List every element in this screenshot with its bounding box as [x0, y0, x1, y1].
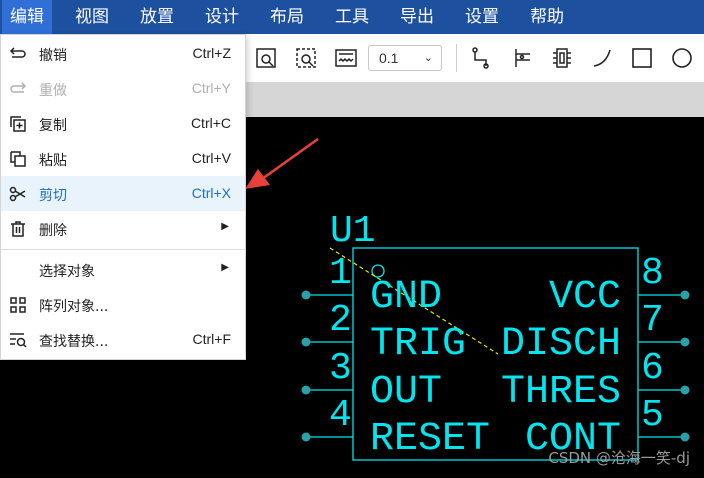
menu-item-select-objects[interactable]: 选择对象 ▶ — [1, 252, 245, 287]
menu-item-undo[interactable]: 撤销 Ctrl+Z — [1, 36, 245, 71]
menu-item-shortcut: Ctrl+C — [190, 115, 231, 131]
menu-item-label: 重做 — [39, 83, 67, 99]
pin-name-trig: TRIG — [370, 322, 466, 367]
menu-help[interactable]: 帮助 — [522, 0, 572, 34]
menu-divider — [1, 249, 245, 250]
redo-icon — [8, 79, 28, 99]
menu-edit[interactable]: 编辑 — [2, 0, 52, 34]
zoom-area-icon[interactable] — [254, 46, 278, 70]
grid-icon — [8, 295, 28, 315]
find-replace-icon — [8, 330, 28, 350]
pin-end-7[interactable] — [680, 337, 690, 347]
menu-tools[interactable]: 工具 — [327, 0, 377, 34]
watermark: CSDN @沧海一笑-dj — [548, 449, 690, 467]
pin-name-disch: DISCH — [501, 322, 621, 367]
pin-num-4: 4 — [329, 394, 352, 437]
menu-item-shortcut: Ctrl+F — [192, 331, 232, 347]
rectangle-icon[interactable] — [630, 46, 654, 70]
chevron-down-icon: ⌄ — [423, 52, 433, 64]
menu-item-redo[interactable]: 重做 Ctrl+Y — [1, 71, 245, 106]
menu-item-label: 选择对象 — [39, 264, 95, 280]
menu-item-delete[interactable]: 删除 ▶ — [1, 211, 245, 246]
pin-num-3: 3 — [329, 347, 352, 390]
pin-end-8[interactable] — [680, 290, 690, 300]
toolbar-divider — [456, 44, 457, 72]
edit-menu-dropdown: 撤销 Ctrl+Z 重做 Ctrl+Y 复制 Ctrl+C 粘贴 Ctrl+V … — [0, 34, 246, 360]
menu-item-label: 撤销 — [39, 48, 67, 64]
menu-bar: 编辑 视图 放置 设计 布局 工具 导出 设置 帮助 — [0, 0, 704, 34]
scissors-icon — [8, 184, 28, 204]
menu-export[interactable]: 导出 — [392, 0, 442, 34]
pin-num-1: 1 — [329, 252, 352, 295]
menu-item-paste[interactable]: 粘贴 Ctrl+V — [1, 141, 245, 176]
arc-icon[interactable] — [590, 46, 614, 70]
undo-icon — [8, 44, 28, 64]
pin-num-6: 6 — [641, 347, 664, 390]
copy-icon — [8, 114, 28, 134]
pin-name-reset: RESET — [370, 417, 490, 462]
pin-end-1[interactable] — [301, 290, 311, 300]
menu-place[interactable]: 放置 — [132, 0, 182, 34]
ruler-icon[interactable] — [334, 46, 358, 70]
menu-item-cut[interactable]: 剪切 Ctrl+X — [1, 176, 245, 211]
trash-icon — [8, 219, 28, 239]
pin-num-7: 7 — [641, 299, 664, 342]
menu-layout[interactable]: 布局 — [262, 0, 312, 34]
zoom-selection-icon[interactable] — [294, 46, 318, 70]
menu-settings[interactable]: 设置 — [457, 0, 507, 34]
ref-designator[interactable]: U1 — [330, 210, 376, 253]
toolbar: 0.1 ⌄ — [246, 34, 704, 83]
menu-item-copy[interactable]: 复制 Ctrl+C — [1, 106, 245, 141]
grid-size-select[interactable]: 0.1 ⌄ — [368, 45, 442, 71]
menu-item-label: 删除 — [39, 223, 67, 239]
menu-item-shortcut: Ctrl+Z — [192, 45, 232, 61]
bus-icon[interactable] — [510, 46, 534, 70]
pin-name-gnd: GND — [370, 275, 442, 320]
component-icon[interactable] — [550, 46, 574, 70]
submenu-arrow-icon: ▶ — [221, 262, 229, 273]
pin-end-2[interactable] — [301, 337, 311, 347]
pin-end-6[interactable] — [680, 385, 690, 395]
pin-name-vcc: VCC — [549, 275, 621, 320]
submenu-arrow-icon: ▶ — [221, 221, 229, 232]
menu-item-label: 复制 — [39, 118, 67, 134]
menu-item-label: 查找替换... — [39, 334, 109, 350]
paste-icon — [8, 149, 28, 169]
annotation-arrow-shaft — [261, 137, 319, 181]
menu-item-array-objects[interactable]: 阵列对象... — [1, 287, 245, 322]
pin-end-5[interactable] — [680, 432, 690, 442]
pin-num-2: 2 — [329, 299, 352, 342]
menu-item-shortcut: Ctrl+Y — [191, 80, 231, 96]
menu-item-label: 阵列对象... — [39, 299, 109, 315]
pin-name-thres: THRES — [501, 370, 621, 415]
pin-num-5: 5 — [641, 394, 664, 437]
grid-size-value: 0.1 — [379, 50, 399, 66]
pin-name-out: OUT — [370, 370, 442, 415]
menu-item-shortcut: Ctrl+X — [191, 185, 231, 201]
menu-item-shortcut: Ctrl+V — [191, 150, 231, 166]
wire-icon[interactable] — [470, 46, 494, 70]
menu-design[interactable]: 设计 — [197, 0, 247, 34]
circle-icon[interactable] — [670, 46, 694, 70]
pin-num-8: 8 — [641, 252, 664, 295]
menu-view[interactable]: 视图 — [67, 0, 117, 34]
pin-end-3[interactable] — [301, 385, 311, 395]
menu-item-label: 粘贴 — [39, 153, 67, 169]
menu-item-label: 剪切 — [39, 188, 67, 204]
menu-item-find-replace[interactable]: 查找替换... Ctrl+F — [1, 322, 245, 357]
pin-end-4[interactable] — [301, 432, 311, 442]
annotation-arrow-head — [245, 169, 270, 189]
